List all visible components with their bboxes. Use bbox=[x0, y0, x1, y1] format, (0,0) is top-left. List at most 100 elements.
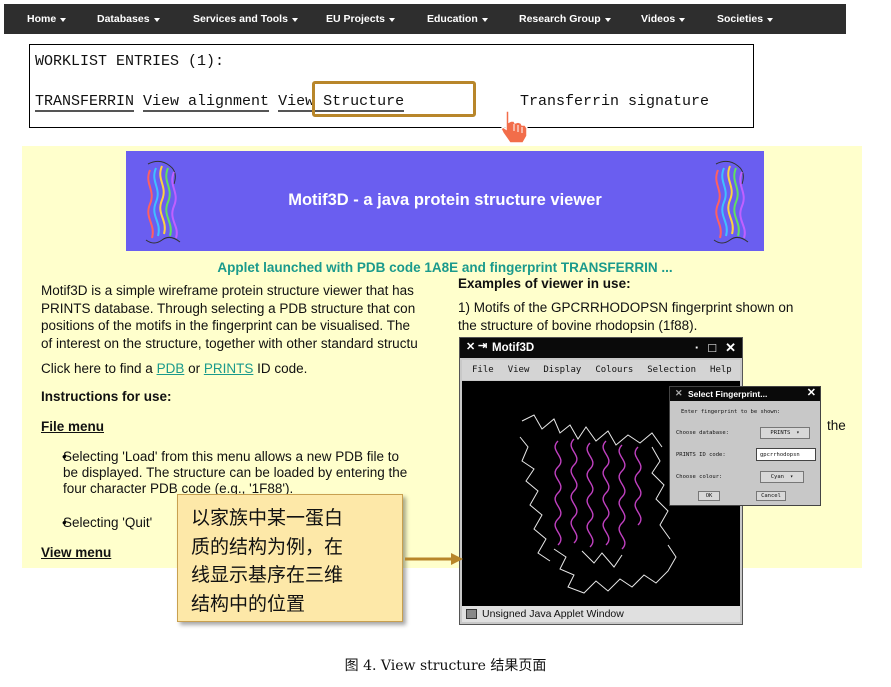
example-line: 1) Motifs of the GPCRRHODOPSN fingerprin… bbox=[458, 300, 794, 315]
minimize-icon[interactable]: · bbox=[695, 340, 699, 356]
intro-line: PRINTS database. Through selecting a PDB… bbox=[41, 300, 416, 316]
caret-down-icon bbox=[291, 18, 298, 22]
menu-view[interactable]: View bbox=[508, 365, 530, 375]
top-nav-bar: Home Databases Services and Tools EU Pro… bbox=[4, 4, 846, 34]
arrow-right-icon bbox=[405, 553, 463, 565]
nav-research-group[interactable]: Research Group bbox=[519, 13, 611, 25]
database-select[interactable]: PRINTS ▾ bbox=[760, 427, 810, 439]
database-label: Choose database: bbox=[676, 430, 729, 436]
bullet-load: Selecting 'Load' from this menu allows a… bbox=[63, 449, 455, 497]
nav-societies[interactable]: Societies bbox=[717, 13, 774, 25]
menu-display[interactable]: Display bbox=[543, 365, 581, 375]
example-line: the structure of bovine rhodopsin (1f88)… bbox=[458, 317, 698, 333]
prints-id-input[interactable]: gpcrrhodopsn bbox=[756, 448, 816, 461]
caret-down-icon bbox=[388, 18, 395, 22]
nav-label: Societies bbox=[717, 13, 764, 25]
intro-paragraph: Motif3D is a simple wireframe protein st… bbox=[41, 282, 455, 352]
cancel-button[interactable]: Cancel bbox=[756, 491, 786, 501]
nav-label: EU Projects bbox=[326, 13, 385, 25]
menu-selection[interactable]: Selection bbox=[647, 365, 696, 375]
bullet-line: Selecting 'Load' from this menu allows a… bbox=[63, 449, 400, 464]
pdb-link[interactable]: PDB bbox=[157, 361, 185, 376]
worklist-panel: WORKLIST ENTRIES (1): TRANSFERRIN View al… bbox=[29, 44, 754, 144]
nav-home[interactable]: Home bbox=[27, 13, 67, 25]
pin-icon[interactable]: ⇥ bbox=[478, 339, 487, 352]
caret-down-icon bbox=[153, 18, 160, 22]
banner-title: Motif3D - a java protein structure viewe… bbox=[288, 191, 602, 209]
trailing-text: the bbox=[827, 418, 846, 433]
dialog-prompt: Enter fingerprint to be shown: bbox=[681, 409, 781, 415]
colour-value: Cyan bbox=[770, 474, 784, 480]
view-menu-link[interactable]: View menu bbox=[41, 545, 111, 560]
nav-services-tools[interactable]: Services and Tools bbox=[193, 13, 298, 25]
nav-videos[interactable]: Videos bbox=[641, 13, 686, 25]
prints-id-label: PRINTS ID code: bbox=[676, 452, 726, 458]
nav-label: Services and Tools bbox=[193, 13, 288, 25]
bullet-quit: Selecting 'Quit' bbox=[63, 515, 153, 530]
file-menu-link[interactable]: File menu bbox=[41, 419, 104, 434]
bullet-line: be displayed. The structure can be loade… bbox=[63, 465, 408, 480]
dialog-title-bar: ✕ Select Fingerprint... ✕ bbox=[670, 387, 820, 401]
close-icon[interactable]: ✕ bbox=[807, 386, 816, 399]
close-icon[interactable]: ✕ bbox=[725, 340, 736, 356]
nav-label: Databases bbox=[97, 13, 150, 25]
find-suffix: ID code. bbox=[253, 361, 308, 376]
figure-caption: 图 4. View structure 结果页面 bbox=[344, 658, 547, 674]
nav-databases[interactable]: Databases bbox=[97, 13, 160, 25]
pointer-hand-icon bbox=[500, 110, 528, 144]
select-fingerprint-dialog: ✕ Select Fingerprint... ✕ Enter fingerpr… bbox=[669, 386, 821, 506]
applet-menu-bar: File View Display Colours Selection Help bbox=[462, 360, 740, 380]
menu-colours[interactable]: Colours bbox=[595, 365, 633, 375]
view-alignment-link[interactable]: View alignment bbox=[143, 93, 270, 112]
applet-launched-message: Applet launched with PDB code 1A8E and f… bbox=[217, 260, 673, 275]
intro-line: of interest on the structure, together w… bbox=[41, 335, 418, 351]
nav-label: Home bbox=[27, 13, 57, 25]
entry-signature: Transferrin signature bbox=[520, 93, 710, 110]
caret-down-icon bbox=[481, 18, 488, 22]
window-controls: · □ ✕ bbox=[695, 340, 736, 356]
colour-select[interactable]: Cyan ▾ bbox=[760, 471, 804, 483]
prints-link[interactable]: PRINTS bbox=[204, 361, 254, 376]
dialog-title: Select Fingerprint... bbox=[688, 389, 768, 399]
callout-line: 结构中的位置 bbox=[191, 592, 306, 615]
find-prefix: Click here to find a bbox=[41, 361, 157, 376]
nav-education[interactable]: Education bbox=[427, 13, 488, 25]
annotation-callout: 以家族中某一蛋白 质的结构为例，在 线显示基序在三维 结构中的位置 bbox=[177, 494, 403, 622]
menu-file[interactable]: File bbox=[472, 365, 494, 375]
instructions-heading: Instructions for use: bbox=[41, 389, 172, 404]
nav-label: Education bbox=[427, 13, 478, 25]
ok-button[interactable]: OK bbox=[698, 491, 720, 501]
colour-label: Choose colour: bbox=[676, 474, 723, 480]
protein-structure-icon bbox=[713, 160, 749, 244]
dialog-menu-icon[interactable]: ✕ bbox=[675, 388, 683, 399]
callout-line: 质的结构为例，在 bbox=[191, 535, 344, 558]
worklist-heading: WORKLIST ENTRIES (1): bbox=[35, 53, 225, 70]
java-cup-icon bbox=[466, 609, 477, 619]
nav-label: Research Group bbox=[519, 13, 601, 25]
window-menu-icon[interactable]: ✕ bbox=[466, 340, 475, 353]
find-or: or bbox=[184, 361, 204, 376]
chevron-down-icon: ▾ bbox=[789, 474, 794, 480]
caret-down-icon bbox=[767, 18, 774, 22]
chevron-down-icon: ▾ bbox=[796, 430, 800, 436]
database-value: PRINTS bbox=[770, 430, 791, 436]
callout-line: 线显示基序在三维 bbox=[191, 564, 344, 586]
nav-label: Videos bbox=[641, 13, 676, 25]
examples-heading: Examples of viewer in use: bbox=[458, 276, 631, 291]
worklist-entry-row: TRANSFERRIN View alignment View Structure bbox=[35, 93, 405, 112]
menu-help[interactable]: Help bbox=[710, 365, 732, 375]
applet-status-text: Unsigned Java Applet Window bbox=[482, 608, 624, 620]
caret-down-icon bbox=[679, 18, 686, 22]
nav-eu-projects[interactable]: EU Projects bbox=[326, 13, 395, 25]
motif3d-banner: Motif3D - a java protein structure viewe… bbox=[126, 151, 764, 251]
maximize-icon[interactable]: □ bbox=[708, 340, 716, 356]
applet-title: Motif3D bbox=[492, 342, 535, 354]
applet-title-bar: ✕ ⇥ Motif3D · □ ✕ bbox=[460, 338, 742, 358]
bullet-dot-icon: • bbox=[62, 449, 67, 464]
caret-down-icon bbox=[60, 18, 67, 22]
intro-line: positions of the motifs in the fingerpri… bbox=[41, 318, 410, 333]
view-structure-link[interactable]: View Structure bbox=[278, 93, 405, 112]
caret-down-icon bbox=[604, 18, 611, 22]
bullet-dot-icon: • bbox=[62, 515, 67, 530]
entry-link-transferrin[interactable]: TRANSFERRIN bbox=[35, 93, 135, 112]
